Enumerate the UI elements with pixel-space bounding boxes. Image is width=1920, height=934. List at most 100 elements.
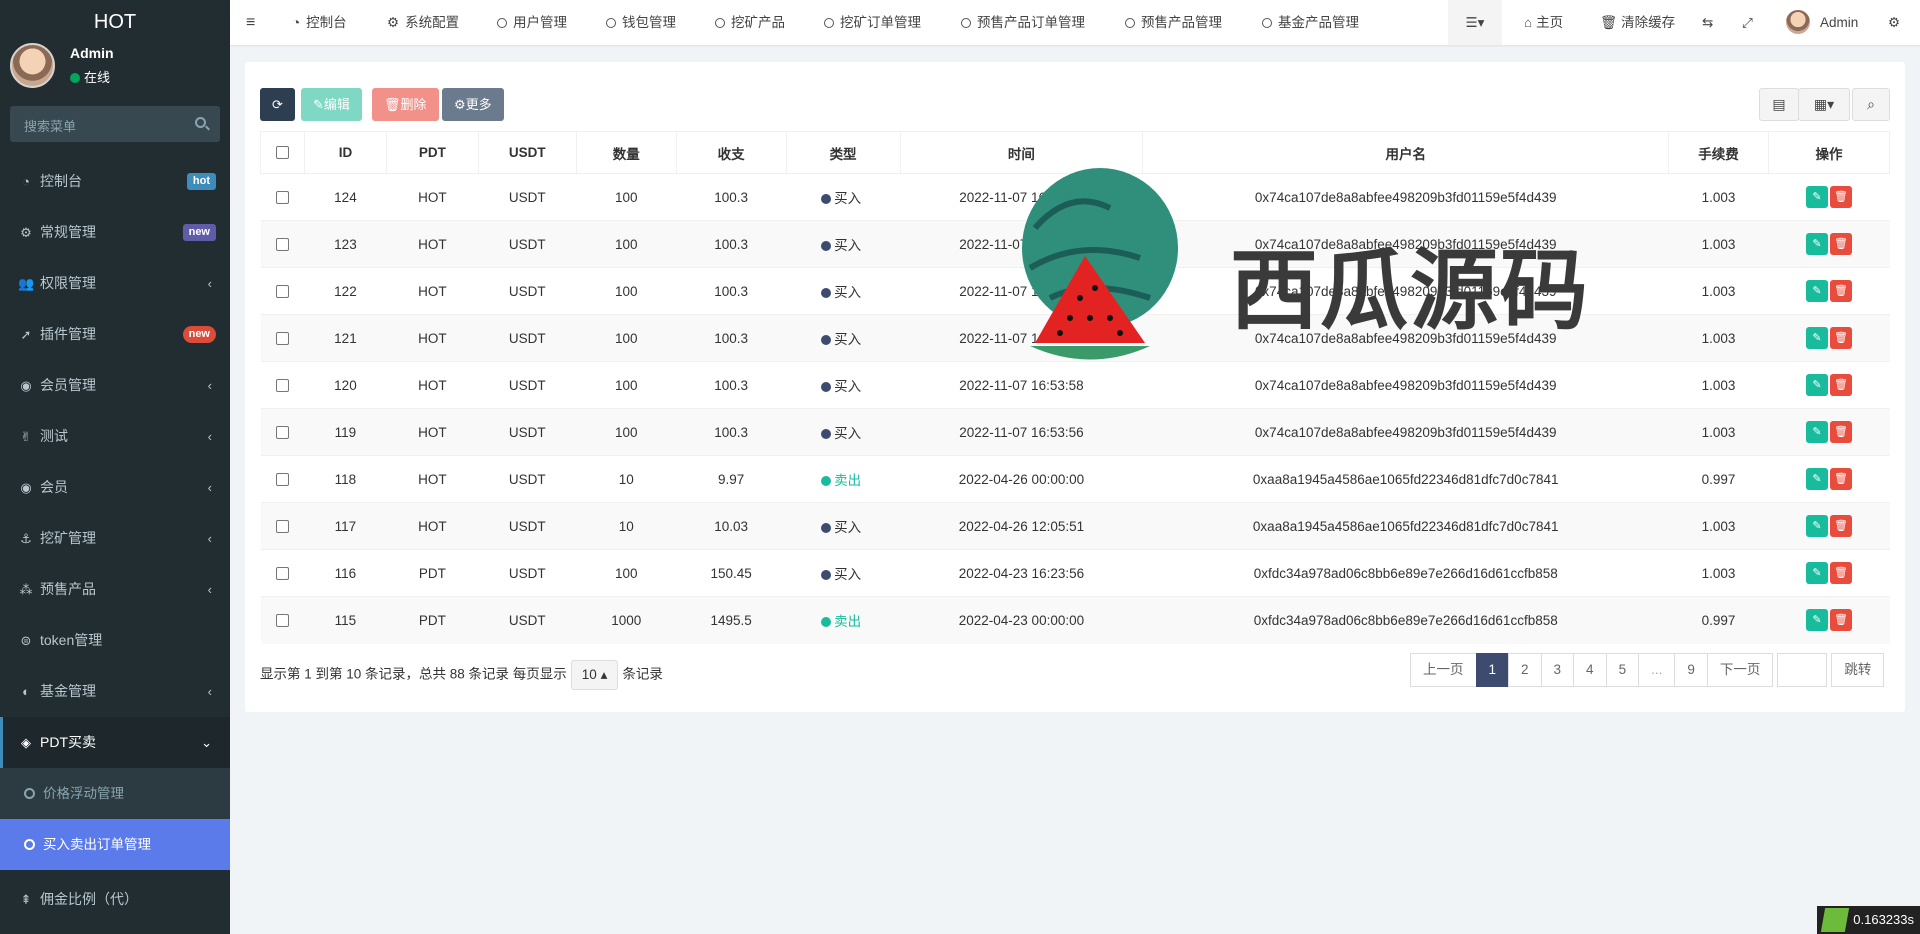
row-checkbox[interactable] (260, 361, 305, 409)
delete-button[interactable]: 🗑删除 (372, 88, 439, 121)
tab-dashboard[interactable]: ◔ 控制台 (292, 0, 347, 45)
tab-presale-orders[interactable]: 预售产品订单管理 (961, 0, 1085, 45)
tab-user-mgmt[interactable]: 用户管理 (497, 0, 567, 45)
sidebar-item-auth[interactable]: 👥 权限管理 ‹ (0, 258, 230, 309)
page-button[interactable]: 4 (1573, 653, 1607, 687)
page-button[interactable]: 5 (1605, 653, 1640, 687)
sidebar-item-pdt-trade[interactable]: ◈ PDT买卖 ⌄ (0, 717, 230, 768)
row-edit-button[interactable]: ✎ (1806, 327, 1828, 349)
fullscreen-icon[interactable]: ⤢ (1742, 0, 1753, 45)
row-edit-button[interactable]: ✎ (1806, 468, 1828, 490)
row-checkbox[interactable] (260, 173, 305, 221)
row-checkbox[interactable] (260, 267, 305, 315)
columns-dropdown-button[interactable]: ▦▾ (1798, 88, 1850, 121)
language-icon[interactable]: ⇆ (1702, 0, 1713, 45)
sidebar-item-token[interactable]: ⊜ token管理 (0, 615, 230, 666)
sidebar-item-fund[interactable]: ◐ 基金管理 ‹ (0, 666, 230, 717)
column-header[interactable]: 手续费 (1668, 131, 1770, 174)
sidebar-item-mining[interactable]: ⚓ 挖矿管理 ‹ (0, 513, 230, 564)
app-logo[interactable]: HOT (0, 0, 230, 45)
settings-gear-icon[interactable]: ⚙ (1888, 0, 1900, 45)
table-row: 120 HOT USDT 100 100.3 买入 2022-11-07 16:53:58 0… (260, 361, 1890, 409)
column-header[interactable]: 数量 (575, 131, 677, 174)
sidebar-item-test[interactable]: ✌ 测试 ‹ (0, 411, 230, 462)
row-checkbox[interactable] (260, 314, 305, 362)
row-checkbox[interactable] (260, 455, 305, 503)
row-edit-button[interactable]: ✎ (1806, 609, 1828, 632)
search-icon[interactable] (195, 117, 206, 128)
tab-presale-products[interactable]: 预售产品管理 (1125, 0, 1222, 45)
row-delete-button[interactable]: 🗑 (1830, 186, 1852, 208)
table-cell: 100 (576, 267, 677, 315)
column-header[interactable]: USDT (477, 131, 577, 174)
row-checkbox[interactable] (260, 408, 305, 456)
prev-page-button[interactable]: 上一页 (1410, 653, 1477, 687)
debug-timer[interactable]: 0.163233s (1817, 906, 1920, 934)
select-all-checkbox[interactable] (260, 131, 305, 174)
row-edit-button[interactable]: ✎ (1806, 515, 1828, 537)
row-edit-button[interactable]: ✎ (1806, 421, 1828, 443)
jump-button[interactable]: 跳转 (1831, 653, 1885, 687)
chevron-left-icon: ‹ (207, 531, 212, 546)
row-checkbox[interactable] (260, 502, 305, 550)
next-page-button[interactable]: 下一页 (1706, 653, 1774, 687)
column-header[interactable]: ID (303, 131, 387, 174)
tabs-dropdown-button[interactable]: ☰▾ (1448, 0, 1502, 45)
column-header[interactable]: 操作 (1768, 131, 1890, 174)
sidebar-item-presale[interactable]: ⁂ 预售产品 ‹ (0, 564, 230, 615)
column-header[interactable]: 类型 (785, 131, 901, 174)
row-edit-button[interactable]: ✎ (1806, 374, 1828, 396)
jump-page-input[interactable] (1777, 653, 1828, 687)
sidebar-item-members-mgmt[interactable]: ◉ 会员管理 ‹ (0, 360, 230, 411)
row-delete-button[interactable]: 🗑 (1830, 515, 1852, 537)
tab-mining-orders[interactable]: 挖矿订单管理 (824, 0, 921, 45)
row-edit-button[interactable]: ✎ (1806, 186, 1828, 208)
row-delete-button[interactable]: 🗑 (1830, 421, 1852, 443)
admin-menu[interactable]: Admin (1786, 0, 1858, 45)
home-link[interactable]: ⌂ 主页 (1524, 0, 1563, 45)
row-edit-button[interactable]: ✎ (1806, 562, 1828, 584)
row-checkbox[interactable] (260, 220, 305, 268)
row-delete-button[interactable]: 🗑 (1830, 233, 1852, 255)
hamburger-icon[interactable]: ≡ (246, 0, 255, 45)
tab-system-config[interactable]: ⚙ 系统配置 (387, 0, 459, 45)
row-delete-button[interactable]: 🗑 (1830, 562, 1852, 584)
sidebar-subitem-price-float[interactable]: 价格浮动管理 (0, 768, 230, 819)
more-button[interactable]: ⚙更多 (442, 88, 504, 121)
edit-button[interactable]: ✎编辑 (301, 88, 362, 121)
row-delete-button[interactable]: 🗑 (1830, 374, 1852, 396)
actions-cell: ✎ 🗑 (1768, 361, 1890, 409)
clear-cache-link[interactable]: 🗑 清除缓存 (1600, 0, 1675, 45)
sidebar-subitem-orders[interactable]: 买入卖出订单管理 (0, 819, 230, 870)
refresh-button[interactable]: ⟳ (260, 88, 295, 121)
page-size-dropdown[interactable]: 10 ▴ (570, 660, 619, 690)
row-delete-button[interactable]: 🗑 (1830, 327, 1852, 349)
toggle-view-button[interactable]: ▤ (1759, 88, 1799, 121)
row-delete-button[interactable]: 🗑 (1830, 468, 1852, 490)
sidebar-item-plugins[interactable]: ➚ 插件管理 new (0, 309, 230, 360)
sidebar-item-dashboard[interactable]: ◔ 控制台 hot (0, 156, 230, 207)
tab-fund-products[interactable]: 基金产品管理 (1262, 0, 1359, 45)
row-checkbox[interactable] (260, 596, 305, 644)
menu-search-input[interactable]: 搜索菜单 (10, 106, 220, 142)
page-button[interactable]: 9 (1674, 653, 1708, 687)
tab-wallet-mgmt[interactable]: 钱包管理 (606, 0, 676, 45)
sidebar-item-general[interactable]: ⚙ 常规管理 new (0, 207, 230, 258)
table-cell: 1.003 (1668, 267, 1769, 315)
topbar: ≡ ◔ 控制台 ⚙ 系统配置 用户管理 钱包管理 挖矿产品 挖矿订单管理 预售产品订… (230, 0, 1920, 45)
sidebar-item-label: 基金管理 (40, 683, 96, 699)
row-delete-button[interactable]: 🗑 (1830, 280, 1852, 302)
row-checkbox[interactable] (260, 549, 305, 597)
tab-mining-products[interactable]: 挖矿产品 (715, 0, 785, 45)
column-header[interactable]: PDT (385, 131, 479, 174)
page-button[interactable]: 1 (1475, 653, 1510, 687)
sidebar-item-member[interactable]: ◉ 会员 ‹ (0, 462, 230, 513)
row-edit-button[interactable]: ✎ (1806, 280, 1828, 302)
sidebar-item-commission[interactable]: ⇞ 佣金比例（代） (0, 874, 230, 925)
page-button[interactable]: 2 (1508, 653, 1542, 687)
row-delete-button[interactable]: 🗑 (1830, 609, 1852, 632)
column-header[interactable]: 收支 (675, 131, 787, 174)
search-toggle-button[interactable]: ⌕ (1852, 88, 1890, 121)
row-edit-button[interactable]: ✎ (1806, 233, 1828, 255)
page-button[interactable]: 3 (1540, 653, 1575, 687)
